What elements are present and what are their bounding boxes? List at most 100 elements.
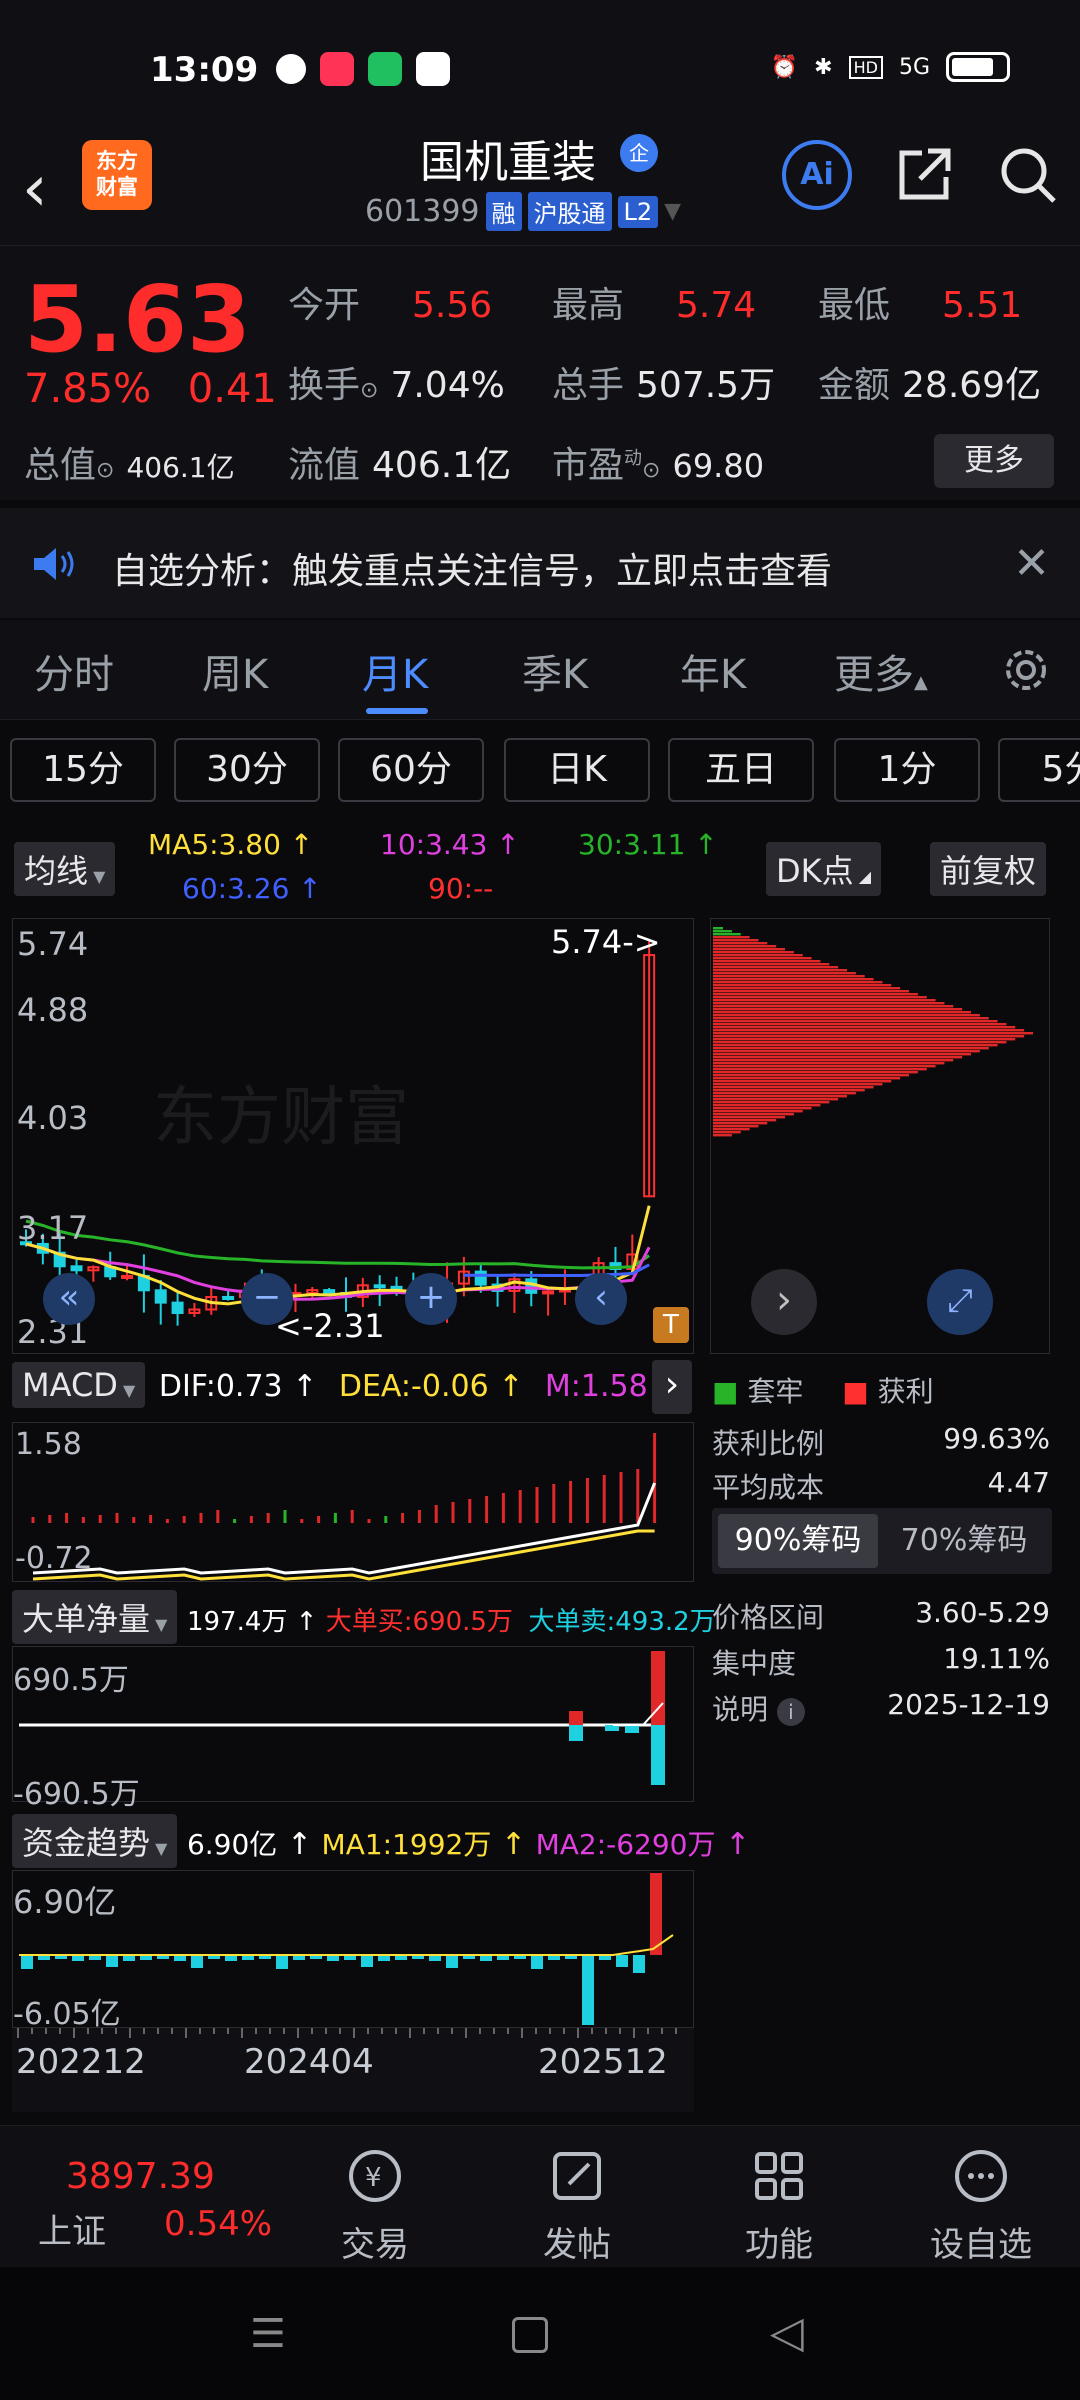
share-icon[interactable]	[892, 143, 956, 207]
subtab-60m[interactable]: 60分	[338, 738, 484, 802]
search-icon[interactable]	[996, 143, 1060, 207]
chip-bar	[713, 1080, 892, 1083]
edit-icon	[553, 2152, 601, 2200]
big-order-chart[interactable]: 690.5万 -690.5万	[12, 1646, 694, 1812]
tab-chip-70[interactable]: 70%筹码	[884, 1514, 1044, 1568]
subtab-5m[interactable]: 5分	[998, 738, 1080, 802]
big-order-dropdown[interactable]: 大单净量 ▼	[12, 1590, 178, 1644]
t-marker[interactable]: T	[653, 1307, 689, 1343]
chip-bar	[713, 984, 892, 987]
chip-bar	[713, 1104, 821, 1107]
bo-y-top: 690.5万	[13, 1663, 129, 1698]
y-label-4: 3.17	[17, 1209, 89, 1247]
status-time: 13:09	[150, 50, 259, 90]
chip-bar	[713, 1107, 812, 1110]
caret-down-icon[interactable]: ▼	[664, 199, 681, 224]
price-adjust-button[interactable]: 前复权	[930, 842, 1047, 896]
candle-body	[171, 1301, 184, 1314]
chip-tabs: 90%筹码 70%筹码	[712, 1508, 1052, 1574]
chip-bar	[713, 1032, 1033, 1035]
subtab-30m[interactable]: 30分	[174, 738, 320, 802]
chip-bar	[713, 990, 909, 993]
indicator-next-button[interactable]: ›	[652, 1360, 692, 1414]
index-value: 3897.39	[66, 2156, 215, 2197]
active-tab-indicator	[366, 708, 428, 714]
gear-icon[interactable]	[998, 642, 1054, 698]
price-range-value: 3.60-5.29	[915, 1596, 1050, 1629]
chip-bar	[713, 1008, 963, 1011]
tab-yearly[interactable]: 年K	[680, 642, 746, 700]
tab-quarterly[interactable]: 季K	[522, 642, 588, 700]
connect-tag: 沪股通	[527, 192, 612, 231]
signal-icon: 5G	[898, 54, 930, 80]
fund-trend-legend: 资金趋势 ▼ 6.90亿 ↑ MA1:1992万 ↑ MA2:-6290万 ↑	[12, 1814, 750, 1868]
chip-bar	[713, 954, 803, 957]
back-nav-icon[interactable]: ◁	[770, 2307, 804, 2358]
tab-intraday[interactable]: 分时	[34, 642, 114, 700]
chip-bar	[713, 1041, 1007, 1044]
nav-post[interactable]: 发帖	[512, 2144, 642, 2266]
index-name: 上证	[38, 2212, 106, 2252]
high-field: 最高 5.74	[552, 285, 757, 326]
chip-bar	[713, 945, 777, 948]
tab-weekly[interactable]: 周K	[202, 642, 268, 700]
note-label: 说明 i	[712, 1688, 805, 1728]
trade-icon: ¥	[349, 2150, 401, 2202]
macd-y-top: 1.58	[15, 1427, 82, 1462]
kline-chart[interactable]: 东方财富 5.74 4.88 4.03 3.17 2.31 5.74-> <-2…	[12, 918, 694, 1354]
menu-icon[interactable]: ☰	[250, 2311, 286, 2357]
scroll-left-button[interactable]: ‹	[575, 1273, 627, 1325]
subtab-daily[interactable]: 日K	[504, 738, 650, 802]
chip-next-button[interactable]: ›	[751, 1269, 817, 1335]
more-button[interactable]: 更多	[934, 434, 1054, 488]
last-price: 5.63	[24, 266, 251, 373]
chip-bar	[713, 1029, 1025, 1032]
bluetooth-icon: ✱	[814, 54, 833, 80]
chip-bar	[713, 1116, 785, 1119]
open-field: 今开 5.56	[288, 285, 493, 326]
notice-banner[interactable]: 自选分析：触发重点关注信号，立即点击查看 ✕	[0, 508, 1080, 618]
chip-bar	[713, 960, 821, 963]
ma90-value: 90:--	[428, 872, 494, 905]
zoom-out-button[interactable]: −	[241, 1273, 293, 1325]
chip-bar	[713, 1098, 839, 1101]
nav-trade[interactable]: ¥ 交易	[310, 2144, 440, 2266]
fund-trend-dropdown[interactable]: 资金趋势 ▼	[12, 1814, 178, 1868]
tab-more[interactable]: 更多▲	[834, 642, 928, 700]
price-range-label: 价格区间	[712, 1601, 825, 1634]
dk-point-dropdown[interactable]: DK点 ◢	[766, 842, 882, 896]
tab-chip-90[interactable]: 90%筹码	[718, 1514, 878, 1568]
fund-bar	[616, 1955, 628, 1967]
nav-add-watchlist[interactable]: 设自选	[916, 2144, 1046, 2266]
subtab-5day[interactable]: 五日	[668, 738, 814, 802]
macd-dropdown[interactable]: MACD ▼	[12, 1362, 146, 1408]
chip-bar	[713, 1119, 777, 1122]
expand-icon[interactable]: ⤢	[927, 1269, 993, 1335]
macd-chart[interactable]: 1.58 -0.72	[12, 1422, 694, 1582]
back-button[interactable]: ‹	[22, 152, 48, 226]
chip-bar	[713, 993, 918, 996]
chip-bar	[713, 1131, 741, 1134]
ft-y-bottom: -6.05亿	[13, 1997, 121, 2032]
ma-dropdown[interactable]: 均线 ▼	[14, 842, 116, 896]
subtab-1m[interactable]: 1分	[834, 738, 980, 802]
app-logo: 东方 财富	[82, 140, 152, 210]
chip-bar	[713, 963, 830, 966]
home-icon[interactable]	[512, 2317, 548, 2353]
nav-functions[interactable]: 功能	[714, 2144, 844, 2266]
ma60-value: 60:3.26 ↑	[182, 872, 322, 905]
stock-code: 601399	[365, 194, 480, 229]
ai-button[interactable]: Ai	[782, 140, 852, 210]
ma30-value: 30:3.11 ↑	[578, 828, 718, 861]
fund-trend-chart[interactable]: 6.90亿 -6.05亿	[12, 1870, 694, 2032]
scroll-left-fast-button[interactable]: «	[43, 1273, 95, 1325]
subtab-15m[interactable]: 15分	[10, 738, 156, 802]
chip-distribution-chart[interactable]: › ⤢	[710, 918, 1050, 1354]
close-icon[interactable]: ✕	[1013, 538, 1050, 589]
ma10-line	[25, 1242, 651, 1301]
index-pct: 0.54%	[164, 2204, 273, 2244]
zoom-in-button[interactable]: +	[405, 1273, 457, 1325]
tab-monthly[interactable]: 月K	[362, 642, 428, 700]
candle-body	[373, 1284, 386, 1289]
wechat-icon	[276, 54, 306, 84]
